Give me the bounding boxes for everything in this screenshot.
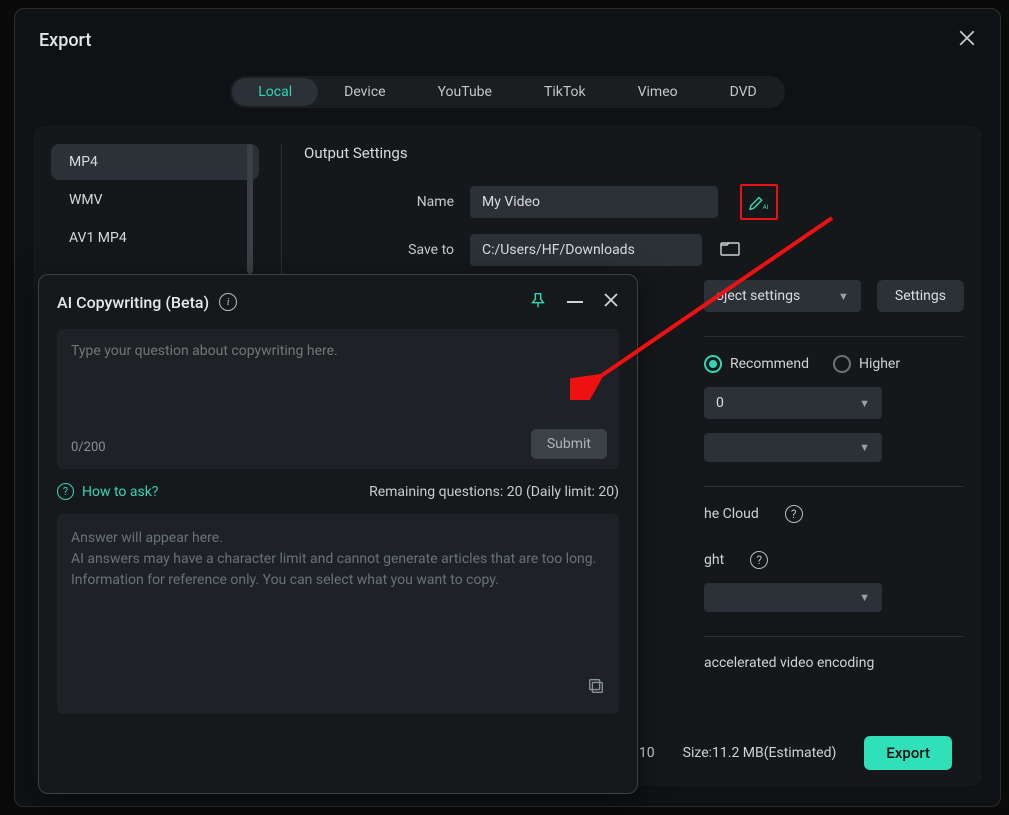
dropdown-3[interactable]: ▼ bbox=[704, 583, 882, 612]
chevron-down-icon: ▼ bbox=[859, 591, 870, 604]
chevron-down-icon: ▼ bbox=[859, 441, 870, 454]
ai-panel-header: AI Copywriting (Beta) i bbox=[57, 291, 619, 313]
row-preset: oject settings ▼ Settings bbox=[704, 280, 964, 312]
row-drop1: 0▼ bbox=[704, 387, 964, 419]
radio-higher[interactable]: Higher bbox=[833, 355, 900, 373]
tab-dvd[interactable]: DVD bbox=[704, 78, 783, 106]
copy-icon[interactable] bbox=[587, 677, 605, 702]
ai-meta-row: ? How to ask? Remaining questions: 20 (D… bbox=[57, 483, 619, 500]
saveto-path[interactable]: C:/Users/HF/Downloads bbox=[470, 234, 702, 266]
saveto-value: C:/Users/HF/Downloads bbox=[482, 242, 635, 258]
submit-button[interactable]: Submit bbox=[531, 429, 607, 459]
help-icon[interactable]: ? bbox=[785, 505, 803, 523]
char-counter: 0/200 bbox=[71, 440, 106, 455]
ai-header-controls bbox=[529, 291, 619, 313]
tabs-wrap: Local Device YouTube TikTok Vimeo DVD bbox=[230, 76, 785, 108]
row-saveto: Save to C:/Users/HF/Downloads bbox=[304, 234, 964, 266]
export-button[interactable]: Export bbox=[864, 736, 952, 770]
preset-partial: oject settings bbox=[716, 288, 800, 304]
help-icon[interactable]: ? bbox=[750, 551, 768, 569]
tab-vimeo[interactable]: Vimeo bbox=[612, 78, 704, 106]
hr2 bbox=[704, 486, 964, 487]
ai-input-area: 0/200 Submit bbox=[57, 329, 619, 469]
drop1-value: 0 bbox=[716, 395, 724, 411]
minimize-icon[interactable] bbox=[567, 301, 583, 303]
ai-copywriting-panel: AI Copywriting (Beta) i 0/200 Submit ? H… bbox=[38, 274, 638, 794]
pin-icon[interactable] bbox=[529, 291, 547, 313]
encoding-label: accelerated video encoding bbox=[704, 655, 874, 671]
remaining-questions: Remaining questions: 20 (Daily limit: 20… bbox=[369, 484, 619, 500]
export-tabs: Local Device YouTube TikTok Vimeo DVD bbox=[15, 76, 1000, 108]
size-lbl: Size: bbox=[683, 745, 712, 761]
ai-question-input[interactable] bbox=[71, 343, 605, 375]
question-icon: ? bbox=[57, 483, 74, 500]
row-name: Name AI bbox=[304, 184, 964, 220]
modal-header: Export bbox=[15, 9, 1000, 64]
dropdown-1[interactable]: 0▼ bbox=[704, 387, 882, 419]
sidebar-scrollbar[interactable] bbox=[247, 144, 253, 274]
radio-circle-on-icon bbox=[704, 355, 722, 373]
row-encoding: accelerated video encoding bbox=[704, 655, 964, 671]
chevron-down-icon: ▼ bbox=[859, 397, 870, 410]
hr3 bbox=[704, 636, 964, 637]
footer-num: 10 bbox=[639, 745, 655, 761]
tab-youtube[interactable]: YouTube bbox=[412, 78, 518, 106]
modal-footer: 10 Size:11.2 MB(Estimated) Export bbox=[639, 736, 952, 770]
chevron-down-icon: ▼ bbox=[838, 290, 849, 303]
cloud-label: he Cloud bbox=[704, 506, 759, 522]
info-icon[interactable]: i bbox=[219, 293, 237, 311]
tab-local[interactable]: Local bbox=[232, 78, 318, 106]
preset-select[interactable]: oject settings ▼ bbox=[704, 280, 861, 312]
name-input[interactable] bbox=[470, 186, 718, 218]
modal-title: Export bbox=[39, 30, 91, 51]
settings-button[interactable]: Settings bbox=[877, 280, 964, 312]
hr1 bbox=[704, 336, 964, 337]
tab-device[interactable]: Device bbox=[318, 78, 411, 106]
quality-radios: Recommend Higher bbox=[704, 355, 900, 373]
ai-answer-area: Answer will appear here. AI answers may … bbox=[57, 514, 619, 714]
footer-size: Size:11.2 MB(Estimated) bbox=[683, 745, 837, 761]
ght-label: ght bbox=[704, 552, 724, 568]
row-ght: ght ? bbox=[704, 551, 964, 569]
tab-tiktok[interactable]: TikTok bbox=[518, 78, 612, 106]
svg-text:AI: AI bbox=[763, 203, 769, 211]
row-cloud: he Cloud ? bbox=[704, 505, 964, 523]
folder-icon[interactable] bbox=[720, 240, 740, 260]
format-mp4[interactable]: MP4 bbox=[51, 144, 259, 180]
ai-copywriting-highlight: AI bbox=[740, 184, 778, 220]
radio-higher-label: Higher bbox=[859, 356, 900, 372]
section-title: Output Settings bbox=[304, 144, 964, 162]
radio-circle-off-icon bbox=[833, 355, 851, 373]
ai-copywriting-button[interactable]: AI bbox=[745, 189, 773, 215]
howto-link[interactable]: ? How to ask? bbox=[57, 483, 158, 500]
ai-panel-title: AI Copywriting (Beta) bbox=[57, 293, 209, 312]
close-icon[interactable] bbox=[958, 29, 976, 52]
row-quality: Recommend Higher bbox=[704, 355, 964, 373]
radio-recommend-label: Recommend bbox=[730, 356, 809, 372]
answer-ph-1: Answer will appear here. bbox=[71, 528, 605, 549]
close-icon[interactable] bbox=[603, 292, 619, 312]
size-val: 11.2 MB(Estimated) bbox=[712, 745, 836, 761]
label-saveto: Save to bbox=[304, 242, 454, 258]
row-drop2: ▼ bbox=[704, 433, 964, 462]
answer-ph-3: Information for reference only. You can … bbox=[71, 570, 605, 591]
howto-text: How to ask? bbox=[82, 484, 158, 500]
row-drop3: ▼ bbox=[704, 583, 964, 612]
label-name: Name bbox=[304, 194, 454, 210]
radio-recommend[interactable]: Recommend bbox=[704, 355, 809, 373]
answer-ph-2: AI answers may have a character limit an… bbox=[71, 549, 605, 570]
format-av1[interactable]: AV1 MP4 bbox=[51, 220, 259, 256]
format-wmv[interactable]: WMV bbox=[51, 182, 259, 218]
dropdown-2[interactable]: ▼ bbox=[704, 433, 882, 462]
